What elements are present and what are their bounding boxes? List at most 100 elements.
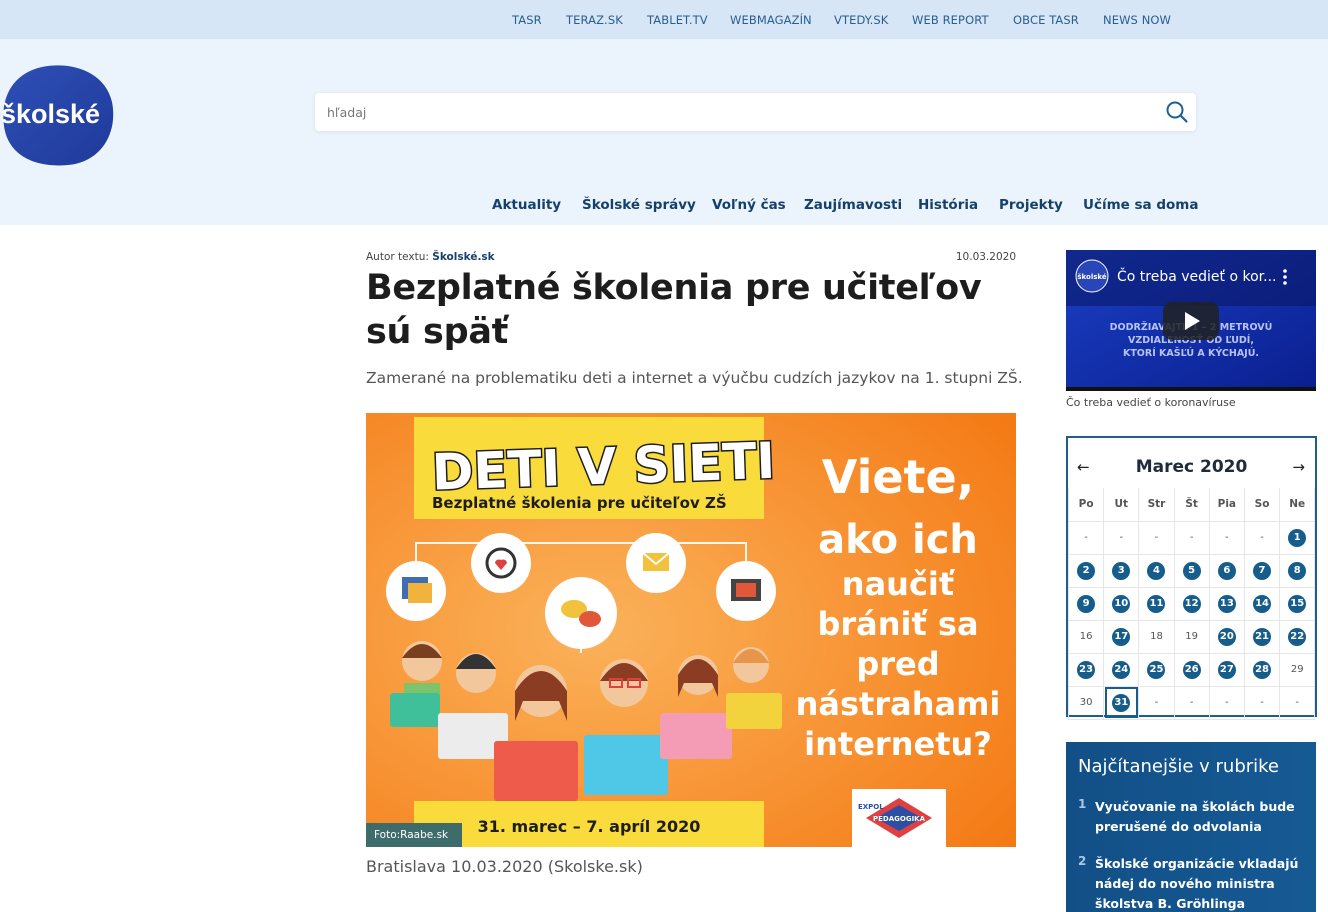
site-header: školské Aktuality Školské správy Voľný č… xyxy=(0,39,1328,225)
calendar-day-link[interactable]: 25 xyxy=(1147,660,1166,679)
calendar-day-link[interactable]: 4 xyxy=(1147,561,1166,580)
calendar-day-link[interactable]: 27 xyxy=(1217,660,1236,679)
article-perex: Zamerané na problematiku deti a internet… xyxy=(366,369,1023,387)
author-link[interactable]: Školské.sk xyxy=(432,251,494,263)
calendar-week-row: 30 31- - - - - xyxy=(1067,685,1316,720)
search-icon[interactable] xyxy=(1165,100,1189,124)
calendar-day-link[interactable]: 20 xyxy=(1217,627,1236,646)
most-read-link[interactable]: Vyučovanie na školách bude prerušené do … xyxy=(1095,797,1310,837)
calendar-day[interactable]: 15 xyxy=(1279,586,1316,621)
author-label: Autor textu: xyxy=(366,251,429,263)
calendar-day-link[interactable]: 24 xyxy=(1112,660,1131,679)
nav-item-zaujimavosti[interactable]: Zaujímavosti xyxy=(804,197,902,213)
calendar-empty-cell: - xyxy=(1208,685,1245,720)
calendar-day-link[interactable]: 7 xyxy=(1253,561,1272,580)
topbar-link-web-report[interactable]: WEB REPORT xyxy=(912,13,989,27)
calendar-day-link[interactable]: 23 xyxy=(1077,660,1096,679)
calendar-day[interactable]: 2 xyxy=(1067,553,1105,588)
calendar-week-row: 2345678 xyxy=(1067,553,1316,588)
nav-item-historia[interactable]: História xyxy=(918,197,978,213)
topbar-link-news-now[interactable]: NEWS NOW xyxy=(1103,13,1171,27)
calendar-day[interactable]: 21 xyxy=(1243,619,1281,654)
calendar-day-link[interactable]: 11 xyxy=(1147,594,1166,613)
calendar-day[interactable]: 13 xyxy=(1208,586,1245,621)
calendar-day: 19 xyxy=(1173,619,1210,654)
calendar-day[interactable]: 12 xyxy=(1173,586,1210,621)
calendar-day-link[interactable]: 1 xyxy=(1288,528,1307,547)
calendar-day-link[interactable]: 14 xyxy=(1253,594,1272,613)
video-title: Čo treba vedieť o kor... xyxy=(1117,267,1277,285)
calendar-day[interactable]: 11 xyxy=(1138,586,1175,621)
calendar-day-link[interactable]: 13 xyxy=(1217,594,1236,613)
calendar-day-link[interactable]: 26 xyxy=(1182,660,1201,679)
calendar-empty-cell: - xyxy=(1138,685,1175,720)
most-read-number: 2 xyxy=(1078,854,1087,868)
svg-text:školské: školské xyxy=(1077,273,1106,281)
svg-text:pred: pred xyxy=(856,645,939,683)
search-input[interactable] xyxy=(327,102,1127,122)
calendar-day[interactable]: 1 xyxy=(1279,520,1316,555)
svg-text:internetu?: internetu? xyxy=(804,725,992,763)
calendar-day[interactable]: 28 xyxy=(1243,652,1281,687)
hero-subheading: Bezplatné školenia pre učiteľov ZŠ xyxy=(432,493,727,512)
svg-text:EXPOL: EXPOL xyxy=(858,803,884,811)
topbar-link-obce-tasr[interactable]: OBCE TASR xyxy=(1013,13,1079,27)
topbar-link-vtedy[interactable]: VTEDY.SK xyxy=(834,13,888,27)
more-options-icon[interactable] xyxy=(1283,269,1287,285)
most-read-link[interactable]: Školské organizácie vkladajú nádej do no… xyxy=(1095,854,1310,912)
nav-item-aktuality[interactable]: Aktuality xyxy=(492,197,561,213)
calendar-day-link[interactable]: 21 xyxy=(1253,627,1272,646)
calendar-day-link[interactable]: 6 xyxy=(1217,561,1236,580)
calendar-next-button[interactable]: → xyxy=(1292,458,1305,476)
calendar-day[interactable]: 10 xyxy=(1103,586,1140,621)
calendar-day[interactable]: 22 xyxy=(1279,619,1316,654)
calendar-day-link[interactable]: 2 xyxy=(1077,561,1096,580)
calendar-day-link[interactable]: 9 xyxy=(1077,594,1096,613)
nav-item-projekty[interactable]: Projekty xyxy=(999,197,1063,213)
calendar-empty-cell: - xyxy=(1173,685,1210,720)
calendar-day-link[interactable]: 8 xyxy=(1288,561,1307,580)
calendar-day[interactable]: 27 xyxy=(1208,652,1245,687)
calendar-day-link[interactable]: 12 xyxy=(1182,594,1201,613)
calendar-day-link[interactable]: 5 xyxy=(1182,561,1201,580)
calendar-day[interactable]: 25 xyxy=(1138,652,1175,687)
calendar-day-link[interactable]: 31 xyxy=(1112,693,1131,712)
topbar-link-webmagazin[interactable]: WEBMAGAZÍN xyxy=(730,13,812,27)
calendar-day[interactable]: 14 xyxy=(1243,586,1281,621)
calendar-day[interactable]: 9 xyxy=(1067,586,1105,621)
topbar-link-teraz[interactable]: TERAZ.SK xyxy=(566,13,623,27)
calendar-day-link[interactable]: 10 xyxy=(1112,594,1131,613)
nav-item-volny-cas[interactable]: Voľný čas xyxy=(712,197,786,213)
calendar-day[interactable]: 7 xyxy=(1243,553,1281,588)
topbar-link-tasr[interactable]: TASR xyxy=(512,13,542,27)
site-logo[interactable]: školské xyxy=(2,64,114,166)
calendar-week-row: 23 24 25 26 27 28 29 xyxy=(1067,652,1316,687)
calendar-day-link[interactable]: 15 xyxy=(1288,594,1307,613)
calendar-day[interactable]: 26 xyxy=(1173,652,1210,687)
calendar-day[interactable]: 20 xyxy=(1208,619,1245,654)
calendar-day[interactable]: 17 xyxy=(1103,619,1140,654)
hero-dates: 31. marec – 7. apríl 2020 xyxy=(478,817,701,836)
photo-credit: Foto:Raabe.sk xyxy=(366,823,462,847)
calendar-day[interactable]: 8 xyxy=(1279,553,1316,588)
calendar-empty-cell: - xyxy=(1208,520,1245,555)
video-player[interactable]: školské Čo treba vedieť o kor... DODRŽIA… xyxy=(1066,250,1316,391)
article-title: Bezplatné školenia pre učiteľov sú späť xyxy=(366,268,982,352)
calendar-day[interactable]: 4 xyxy=(1138,553,1175,588)
calendar-day-link[interactable]: 17 xyxy=(1112,627,1131,646)
calendar-day-link[interactable]: 28 xyxy=(1253,660,1272,679)
calendar-day[interactable]: 6 xyxy=(1208,553,1245,588)
nav-item-skolske-spravy[interactable]: Školské správy xyxy=(582,197,696,213)
article-hero-image: DETI V SIETI Bezplatné školenia pre učit… xyxy=(366,413,1016,847)
calendar-day-link[interactable]: 22 xyxy=(1288,627,1307,646)
calendar-day[interactable]: 3 xyxy=(1103,553,1140,588)
calendar-day[interactable]: 24 xyxy=(1103,652,1140,687)
calendar-day[interactable]: 31 xyxy=(1103,685,1140,720)
calendar-day-link[interactable]: 3 xyxy=(1112,561,1131,580)
calendar-day[interactable]: 5 xyxy=(1173,553,1210,588)
hero-question: Viete, ako ich naučiť brániť sa pred nás… xyxy=(796,450,1001,763)
play-button-icon[interactable] xyxy=(1163,302,1219,340)
calendar-day[interactable]: 23 xyxy=(1067,652,1105,687)
nav-item-ucime-sa-doma[interactable]: Učíme sa doma xyxy=(1083,197,1198,213)
topbar-link-tablet-tv[interactable]: TABLET.TV xyxy=(647,13,708,27)
